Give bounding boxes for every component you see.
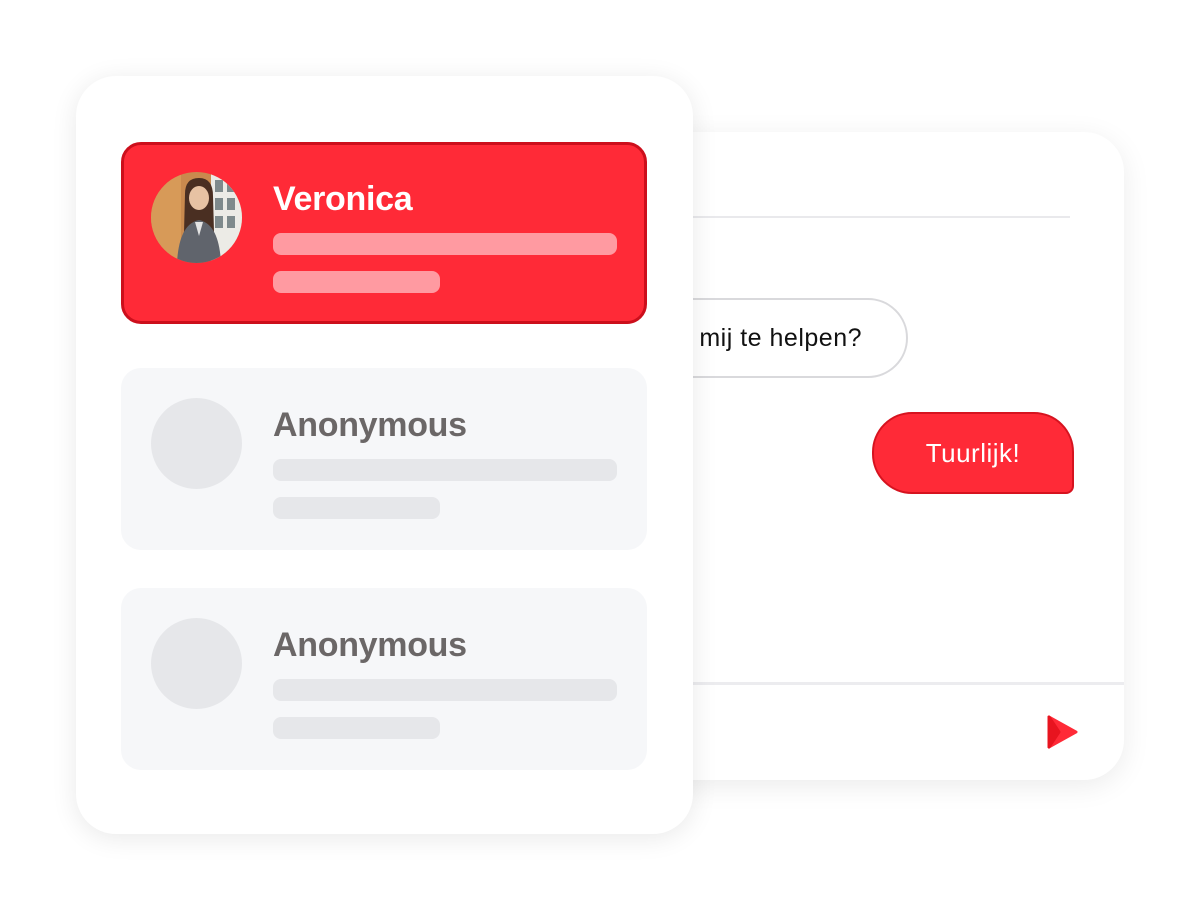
chat-window: mij te helpen? Tuurlijk!: [640, 132, 1124, 780]
outgoing-message-bubble: Tuurlijk!: [872, 412, 1074, 494]
message-preview-line: [273, 233, 617, 255]
send-arrow-icon: [1047, 715, 1078, 749]
composer-divider: [640, 682, 1124, 685]
conversation-name: Veronica: [273, 180, 413, 218]
message-preview-line: [273, 271, 440, 293]
conversation-name: Anonymous: [273, 626, 467, 664]
send-button[interactable]: [1042, 712, 1082, 752]
conversation-list-panel: Veronica Anonymous Anonymous: [76, 76, 693, 834]
incoming-message-text: mij te helpen?: [699, 323, 862, 352]
conversation-name: Anonymous: [273, 406, 467, 444]
avatar: [151, 172, 242, 263]
message-preview-line: [273, 459, 617, 481]
avatar-placeholder: [151, 618, 242, 709]
message-preview-line: [273, 497, 440, 519]
message-preview-line: [273, 679, 617, 701]
conversation-item-anonymous[interactable]: Anonymous: [121, 588, 647, 770]
message-preview-line: [273, 717, 440, 739]
avatar-placeholder: [151, 398, 242, 489]
conversation-item-anonymous[interactable]: Anonymous: [121, 368, 647, 550]
outgoing-message-text: Tuurlijk!: [925, 437, 1021, 468]
conversation-item-veronica[interactable]: Veronica: [121, 142, 647, 324]
chat-illustration: mij te helpen? Tuurlijk! Veronica Anonym…: [0, 0, 1200, 911]
chat-header-divider: [680, 216, 1070, 218]
